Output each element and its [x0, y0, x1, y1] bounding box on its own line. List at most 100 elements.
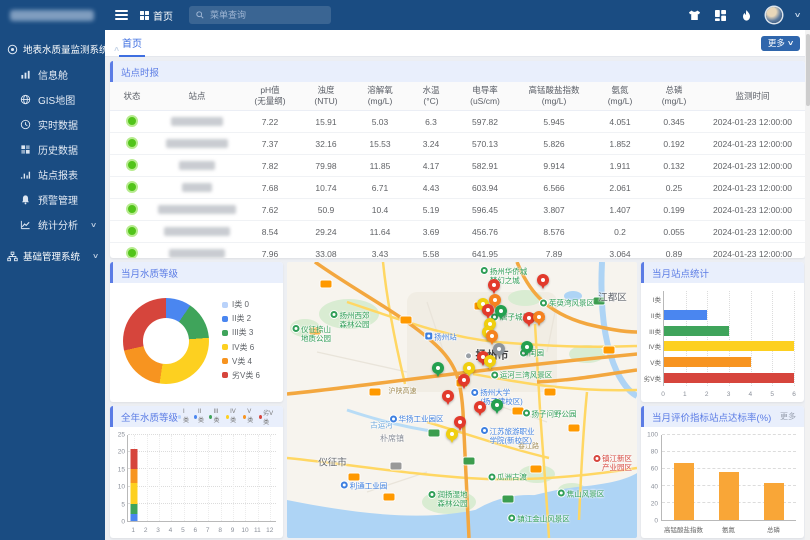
legend-item[interactable]: II类 [194, 409, 206, 424]
column-name: 浊度 [300, 85, 352, 96]
tab-home[interactable]: 首页 [119, 30, 145, 57]
map-marker-red[interactable] [458, 374, 470, 390]
user-avatar[interactable] [766, 7, 782, 23]
city-dot [465, 352, 472, 359]
legend-item[interactable]: 劣V类 6 [222, 370, 260, 381]
map-marker-green[interactable] [432, 362, 444, 378]
rate-more-link[interactable]: 更多 [780, 411, 796, 422]
value-cell: 7.68 [240, 177, 300, 199]
bar [719, 472, 739, 520]
legend-marker [209, 415, 212, 419]
marker-tail [496, 352, 502, 361]
status-dot-green [126, 225, 138, 237]
status-cell [110, 133, 154, 155]
chevron-down-icon: ∨ [787, 39, 795, 47]
x-tick-label: 5 [770, 391, 774, 398]
map-marker-red[interactable] [537, 274, 549, 290]
marker-hole [492, 283, 496, 287]
legend-label: II类 [198, 409, 205, 424]
table-column-header: 站点 [154, 82, 240, 111]
sidebar-item-map[interactable]: GIS地图 [0, 87, 105, 112]
legend-marker [226, 415, 229, 419]
column-name: 站点 [154, 91, 240, 102]
legend-item[interactable]: V类 [243, 409, 255, 424]
value-cell: 5.19 [408, 199, 454, 221]
category-label: I类 [643, 294, 661, 304]
legend-item[interactable]: I类 [178, 409, 190, 424]
menu-search-input[interactable] [208, 9, 324, 21]
legend-item[interactable]: IV类 6 [222, 342, 260, 353]
map-marker-red[interactable] [442, 390, 454, 406]
more-button[interactable]: 更多 ∨ [761, 36, 800, 51]
legend-item[interactable]: III类 3 [222, 327, 260, 338]
layout-icon[interactable] [714, 9, 727, 22]
gridline [128, 468, 276, 469]
marker-tail [494, 408, 500, 417]
bar-row [664, 357, 794, 367]
legend-label: I类 0 [232, 299, 249, 310]
legend-item[interactable]: III类 [209, 409, 222, 424]
sidebar-group-label: 地表水质量监测系统 [23, 42, 109, 56]
map-marker-orange[interactable] [533, 311, 545, 327]
poi-green-poi-icon [523, 410, 530, 417]
sidebar-group-surface-water-system[interactable]: 地表水质量监测系统 ∧ [0, 36, 105, 62]
hamburger-menu-icon[interactable] [115, 10, 128, 20]
sidebar-item-report[interactable]: 站点报表 [0, 162, 105, 187]
dashboard-icon [20, 69, 31, 80]
map-marker-yellow[interactable] [446, 428, 458, 444]
road-shield [544, 388, 555, 395]
sidebar-item-realtime[interactable]: 实时数据 [0, 112, 105, 137]
map-marker-green[interactable] [491, 399, 503, 415]
topbar-home-link[interactable]: 首页 [140, 8, 173, 23]
map-marker-red[interactable] [488, 279, 500, 295]
month-grade-chart: I类 0 II类 2 III类 3 IV类 6 V类 4 劣V类 6 [110, 283, 283, 401]
poi-blue-poi-icon [471, 389, 478, 396]
page-scrollbar [805, 30, 810, 540]
legend-item[interactable]: V类 4 [222, 356, 260, 367]
sidebar-item-alert[interactable]: 预警管理 [0, 187, 105, 212]
legend-item[interactable]: I类 0 [222, 299, 260, 310]
value-cell: 8.576 [516, 221, 592, 243]
stations-map[interactable]: 扬州市江都区仪征市朴席镇古运河沪陕高速春江路扬州站运河三湾风景区闰园扬州大学(扬… [287, 262, 637, 538]
table-column-header: 总磷(mg/L) [648, 82, 700, 111]
sidebar-item-stats[interactable]: 统计分析∨ [0, 212, 105, 237]
x-tick-label: 6 [193, 527, 197, 534]
marker-hole [497, 347, 501, 351]
sidebar-group-base-management[interactable]: 基础管理系统 ∨ [0, 243, 105, 269]
map-marker-green[interactable] [495, 305, 507, 321]
value-cell: 15.91 [300, 111, 352, 133]
station-cell [154, 177, 240, 199]
flame-icon[interactable] [740, 9, 753, 22]
legend-item[interactable]: II类 2 [222, 313, 260, 324]
y-tick-label: 25 [112, 432, 125, 439]
station-name-redacted [182, 183, 212, 192]
year-grade-panel: 全年水质等级 I类II类III类IV类V类劣V类 051015202512345… [110, 406, 283, 538]
poi-red-poi-icon [593, 455, 600, 462]
poi-green-poi-icon [508, 515, 515, 522]
sidebar-item-dashboard[interactable]: 信息舱 [0, 62, 105, 87]
road-shield [569, 424, 580, 431]
marker-tail [445, 399, 451, 408]
station-name-redacted [169, 249, 225, 258]
scrollbar-thumb[interactable] [806, 34, 810, 106]
menu-search-box[interactable] [189, 6, 331, 24]
x-tick-label: 12 [266, 527, 273, 534]
map-label: 朴席镇 [380, 434, 404, 444]
map-marker-red[interactable] [474, 401, 486, 417]
table-row: 7.3732.1615.533.24570.135.8261.8520.1922… [110, 133, 805, 155]
theme-shirt-icon[interactable] [688, 9, 701, 22]
map-label-text: 扬州西郊森林公园 [340, 311, 370, 329]
user-menu-chevron-down-icon[interactable]: ∨ [794, 11, 802, 19]
legend-item[interactable]: 劣V类 [259, 408, 275, 426]
map-label: 运河三湾风景区 [491, 371, 553, 380]
legend-item[interactable]: IV类 [226, 409, 239, 424]
bar-row [664, 341, 794, 351]
x-tick-label: 4 [169, 527, 173, 534]
map-marker-yellow[interactable] [484, 355, 496, 371]
map-label-text: 润扬湿地森林公园 [438, 490, 468, 508]
sidebar-item-history[interactable]: 历史数据 [0, 137, 105, 162]
stacked-bar-segment [131, 469, 138, 483]
station-cell [154, 199, 240, 221]
table-row: 7.6810.746.714.43603.946.5662.0610.25202… [110, 177, 805, 199]
map-marker-green[interactable] [521, 341, 533, 357]
